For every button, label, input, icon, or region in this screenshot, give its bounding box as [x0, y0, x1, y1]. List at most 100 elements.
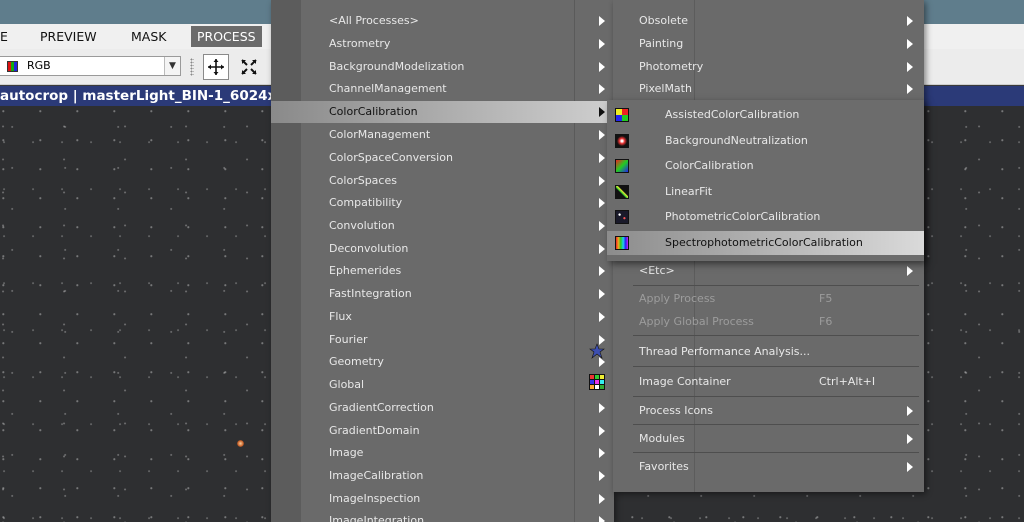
submenu-arrow-icon — [599, 312, 605, 322]
process-category-item[interactable]: Global — [271, 374, 614, 396]
process-category-item[interactable]: ColorManagement — [271, 124, 614, 146]
menu-item-image-container[interactable]: Image Container Ctrl+Alt+I — [613, 371, 924, 393]
submenu-arrow-icon — [907, 62, 913, 72]
toolbar-grip[interactable] — [190, 58, 194, 76]
submenu-item-assisted-color-calibration[interactable]: AssistedColorCalibration — [607, 103, 924, 127]
process-categories-menu: <All Processes> Astrometry BackgroundModel… — [271, 0, 614, 522]
submenu-item-linear-fit[interactable]: LinearFit — [607, 180, 924, 204]
menu-item-label: Apply Process — [639, 292, 716, 305]
menubar-item-mask[interactable]: MASK — [131, 24, 166, 49]
spectrophotometric-color-calibration-icon — [615, 236, 629, 250]
linear-fit-icon — [615, 185, 629, 199]
submenu-arrow-icon — [907, 266, 913, 276]
menu-item-label: BackgroundModelization — [329, 60, 465, 73]
submenu-arrow-icon — [599, 153, 605, 163]
process-category-item[interactable]: Fourier — [271, 329, 614, 351]
menu-item-shortcut: F6 — [819, 315, 833, 328]
process-category-item[interactable]: Flux — [271, 306, 614, 328]
channel-select[interactable]: RGB ▼ — [0, 56, 181, 76]
fit-view-icon — [241, 59, 257, 75]
move-cross-icon — [208, 59, 224, 75]
fit-view-button[interactable] — [236, 54, 262, 80]
menu-item-photometry[interactable]: Photometry — [613, 56, 924, 78]
menu-item-label: Compatibility — [329, 196, 403, 209]
process-category-item[interactable]: ColorSpaces — [271, 170, 614, 192]
menu-item-label: GradientDomain — [329, 424, 420, 437]
submenu-arrow-icon — [599, 198, 605, 208]
process-category-item[interactable]: ColorSpaceConversion — [271, 147, 614, 169]
menubar-item-process[interactable]: PROCESS — [191, 26, 262, 47]
menu-item-label: Process Icons — [639, 404, 713, 417]
menu-item-label: Astrometry — [329, 37, 391, 50]
process-category-item[interactable]: Image — [271, 442, 614, 464]
menu-item-apply-process[interactable]: Apply Process F5 — [613, 288, 924, 310]
menu-item-favorites[interactable]: Favorites — [613, 456, 924, 478]
menu-item-modules[interactable]: Modules — [613, 428, 924, 450]
menu-item-label: ImageIntegration — [329, 514, 425, 522]
menu-item-label: Deconvolution — [329, 242, 409, 255]
global-grid-icon — [589, 374, 605, 390]
submenu-arrow-icon — [907, 406, 913, 416]
menu-item-etc[interactable]: <Etc> — [613, 260, 924, 282]
submenu-arrow-icon — [599, 516, 605, 522]
menu-item-label: ColorCalibration — [329, 105, 418, 118]
menu-item-apply-global-process[interactable]: Apply Global Process F6 — [613, 311, 924, 333]
process-category-item[interactable]: <All Processes> — [271, 10, 614, 32]
menu-item-pixelmath[interactable]: PixelMath — [613, 78, 924, 100]
submenu-arrow-icon — [599, 289, 605, 299]
menu-item-painting[interactable]: Painting — [613, 33, 924, 55]
process-category-item[interactable]: BackgroundModelization — [271, 56, 614, 78]
pan-mode-button[interactable] — [203, 54, 229, 80]
submenu-arrow-icon — [907, 84, 913, 94]
menu-item-label: Favorites — [639, 460, 689, 473]
submenu-arrow-icon — [599, 244, 605, 254]
menu-item-label: Thread Performance Analysis... — [639, 345, 810, 358]
submenu-item-spectrophotometric-color-calibration[interactable]: SpectrophotometricColorCalibration — [607, 231, 924, 255]
menu-item-label: Image Container — [639, 375, 731, 388]
menu-item-label: GradientCorrection — [329, 401, 434, 414]
menu-item-obsolete[interactable]: Obsolete — [613, 10, 924, 32]
submenu-item-background-neutralization[interactable]: BackgroundNeutralization — [607, 129, 924, 153]
assisted-color-calibration-icon — [615, 108, 629, 122]
process-category-item[interactable]: Compatibility — [271, 192, 614, 214]
process-category-item[interactable]: GradientCorrection — [271, 397, 614, 419]
process-category-item[interactable]: ImageIntegration — [271, 510, 614, 522]
chevron-down-icon: ▼ — [164, 57, 180, 75]
bright-star — [237, 440, 244, 447]
submenu-arrow-icon — [907, 462, 913, 472]
menu-item-label: ImageCalibration — [329, 469, 424, 482]
process-category-item[interactable]: Astrometry — [271, 33, 614, 55]
geometry-star-icon — [589, 343, 605, 359]
submenu-arrow-icon — [599, 448, 605, 458]
menu-item-thread-performance[interactable]: Thread Performance Analysis... — [613, 341, 924, 363]
process-category-item[interactable]: ColorCalibration — [271, 101, 614, 123]
submenu-arrow-icon — [907, 16, 913, 26]
process-category-item[interactable]: Ephemerides — [271, 260, 614, 282]
menubar-item-preview[interactable]: PREVIEW — [40, 24, 97, 49]
menu-item-process-icons[interactable]: Process Icons — [613, 400, 924, 422]
menu-item-label: Geometry — [329, 355, 384, 368]
process-category-item[interactable]: ImageCalibration — [271, 465, 614, 487]
menu-item-label: Modules — [639, 432, 685, 445]
process-category-item[interactable]: Deconvolution — [271, 238, 614, 260]
color-calibration-icon — [615, 159, 629, 173]
menu-item-label: Apply Global Process — [639, 315, 754, 328]
process-category-item[interactable]: FastIntegration — [271, 283, 614, 305]
submenu-arrow-icon — [599, 84, 605, 94]
submenu-item-label: AssistedColorCalibration — [665, 108, 800, 121]
process-category-item[interactable]: Geometry — [271, 351, 614, 373]
menu-item-label: ChannelManagement — [329, 82, 447, 95]
menubar-item-edit[interactable]: E — [0, 24, 8, 49]
submenu-item-photometric-color-calibration[interactable]: PhotometricColorCalibration — [607, 205, 924, 229]
menu-item-label: Flux — [329, 310, 352, 323]
process-category-item[interactable]: ChannelManagement — [271, 78, 614, 100]
submenu-item-color-calibration[interactable]: ColorCalibration — [607, 154, 924, 178]
process-category-item[interactable]: Convolution — [271, 215, 614, 237]
submenu-item-label: SpectrophotometricColorCalibration — [665, 236, 863, 249]
submenu-arrow-icon — [599, 266, 605, 276]
process-category-item[interactable]: ImageInspection — [271, 488, 614, 510]
submenu-arrow-icon — [599, 494, 605, 504]
colorcalibration-submenu: AssistedColorCalibration BackgroundNeutr… — [607, 100, 924, 261]
process-category-item[interactable]: GradientDomain — [271, 420, 614, 442]
menu-item-label: ColorSpaces — [329, 174, 397, 187]
